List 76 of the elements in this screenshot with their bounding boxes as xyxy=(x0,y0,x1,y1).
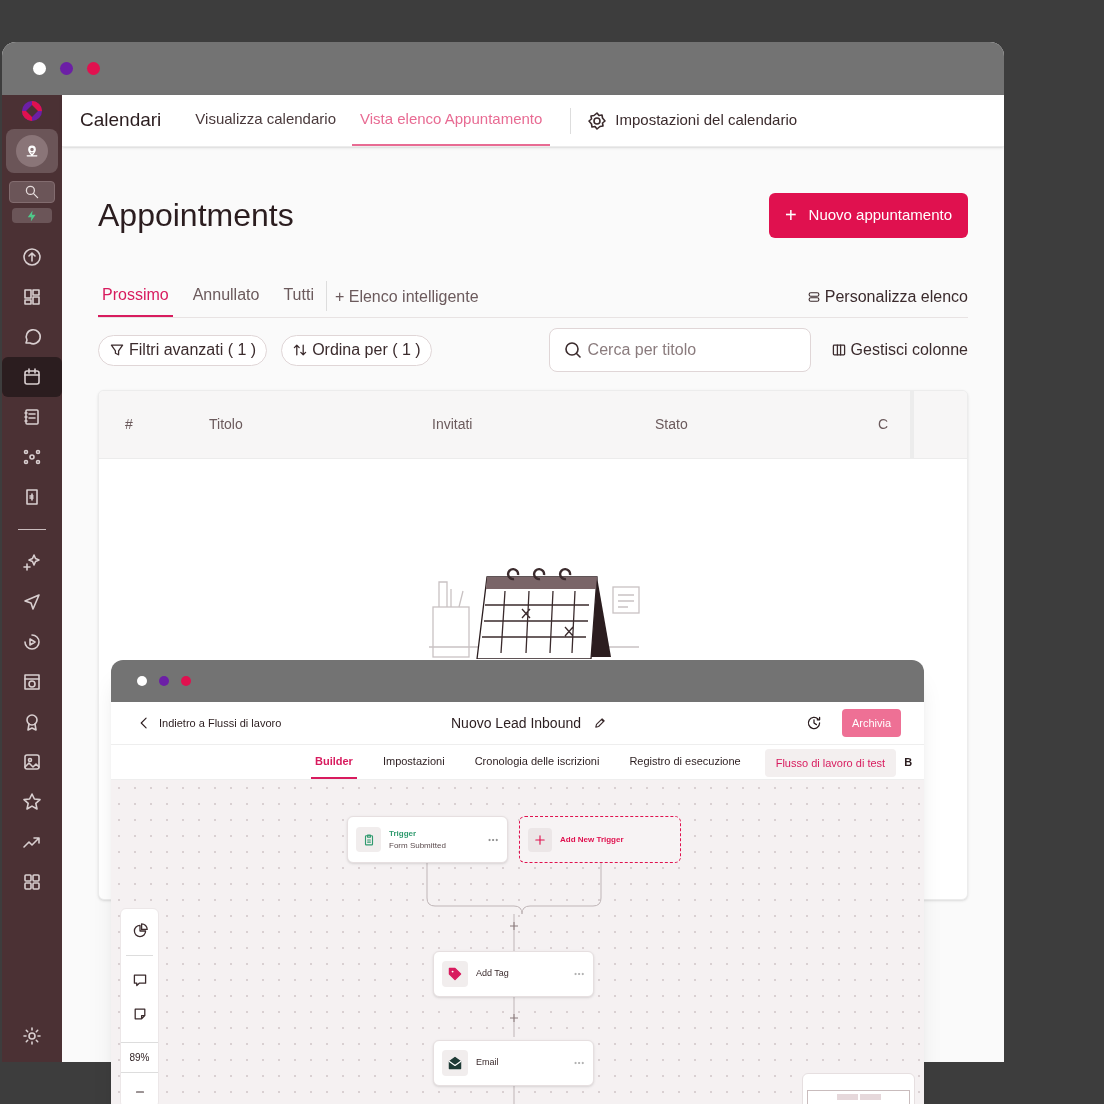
settings-icon xyxy=(22,1026,42,1046)
manage-columns-button[interactable]: Gestisci colonne xyxy=(830,338,968,362)
upload-icon xyxy=(22,247,42,267)
workflow-title: Nuovo Lead Inbound xyxy=(451,713,581,733)
workflow-tab[interactable]: Impostazioni xyxy=(378,745,449,779)
history-icon xyxy=(805,715,822,731)
network-icon xyxy=(22,447,42,467)
logo-icon xyxy=(20,99,44,123)
add-trigger-node[interactable]: Add New Trigger xyxy=(519,816,681,863)
search-field[interactable]: Cerca per titolo xyxy=(548,328,811,372)
list-tab[interactable]: Tutti xyxy=(279,279,318,317)
new-appointment-button[interactable]: + Nuovo appuntamento xyxy=(768,192,968,238)
settings-icon xyxy=(587,110,608,131)
website-icon xyxy=(22,672,42,692)
send-icon xyxy=(22,592,42,612)
edit-icon xyxy=(593,716,607,730)
window-control[interactable] xyxy=(137,676,147,686)
play-icon xyxy=(22,632,42,652)
history-button[interactable] xyxy=(805,715,822,731)
lightning-icon xyxy=(26,209,38,222)
zoom-level: 89% xyxy=(121,1042,158,1073)
contacts-icon xyxy=(22,407,42,427)
settings-button[interactable] xyxy=(22,1026,42,1046)
node-label: Email xyxy=(476,1056,500,1070)
column-header: # xyxy=(124,415,134,434)
smart-list-button[interactable]: + Elenco intelligente xyxy=(334,281,479,317)
comment-button[interactable] xyxy=(131,972,148,988)
customize-list-button[interactable]: Personalizza elenco xyxy=(806,281,968,317)
filter-button[interactable]: Filtri avanzati ( 1 ) xyxy=(98,334,268,366)
search-icon xyxy=(562,340,583,360)
tag-icon xyxy=(447,966,463,982)
sparkle-icon xyxy=(22,552,42,572)
action-node[interactable]: Email xyxy=(433,1040,594,1086)
filter-button[interactable]: Ordina per ( 1 ) xyxy=(281,334,432,366)
dashboard-icon xyxy=(22,287,42,307)
column-header: C xyxy=(878,415,890,434)
trigger-label: Trigger xyxy=(389,827,418,840)
quick-action-button[interactable] xyxy=(12,208,52,223)
plus-icon xyxy=(533,832,547,847)
workflow-tab[interactable]: Cronologia delle iscrizioni xyxy=(470,745,604,779)
sidebar-item[interactable] xyxy=(2,357,62,397)
location-icon xyxy=(24,143,40,159)
pie-chart-icon xyxy=(131,923,148,939)
image-icon xyxy=(22,752,42,772)
filter-icon xyxy=(109,342,125,358)
node-label: Add Tag xyxy=(476,967,510,981)
search-button[interactable] xyxy=(9,181,55,203)
workflow-tab[interactable]: B xyxy=(904,753,913,770)
back-link[interactable]: Indietro a Flussi di lavoro xyxy=(137,714,282,732)
stats-button[interactable] xyxy=(131,923,148,939)
chat-icon xyxy=(22,327,42,347)
settings-link[interactable]: Impostazioni del calendario xyxy=(587,109,798,132)
header-tab[interactable]: Visualizza calendario xyxy=(187,95,344,146)
list-tab[interactable]: Annullato xyxy=(188,279,264,317)
column-header: Invitati xyxy=(432,415,474,434)
window-control[interactable] xyxy=(33,62,46,75)
sort-icon xyxy=(292,342,309,358)
columns-icon xyxy=(830,342,847,358)
page-title: Appointments xyxy=(98,196,294,235)
search-icon xyxy=(24,184,40,200)
list-tab[interactable]: Prossimo xyxy=(98,279,173,317)
column-header: Titolo xyxy=(209,415,244,434)
workflow-tab[interactable]: Registro di esecuzione xyxy=(625,745,745,779)
trigger-node[interactable]: Trigger Form Submitted xyxy=(347,816,508,863)
trigger-detail: Form Submitted xyxy=(389,839,447,852)
star-icon xyxy=(22,792,42,812)
calendar-icon xyxy=(22,367,42,387)
page-heading: Calendari xyxy=(80,108,162,133)
test-workflow-button[interactable]: Flusso di lavoro di test xyxy=(764,749,897,777)
column-header: Stato xyxy=(655,415,689,434)
action-node[interactable]: Add Tag xyxy=(433,951,594,997)
toggle-icon xyxy=(806,290,821,304)
apps-icon xyxy=(22,872,42,892)
location-button[interactable] xyxy=(6,129,58,173)
mail-icon xyxy=(447,1055,463,1071)
comment-icon xyxy=(131,972,148,988)
